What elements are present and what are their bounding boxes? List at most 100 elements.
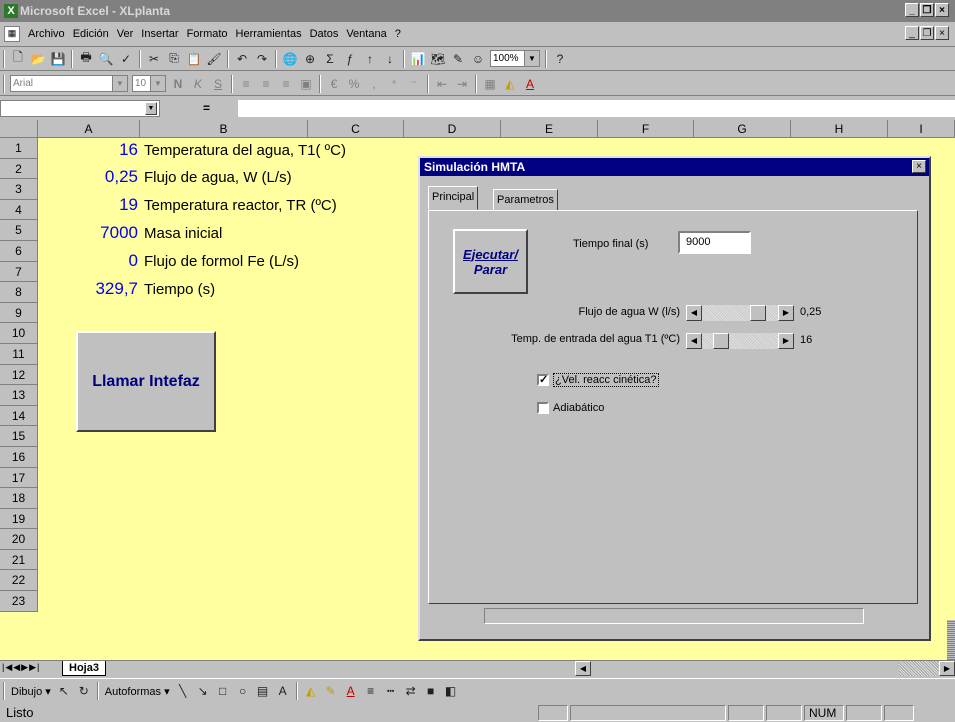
hyperlink-icon[interactable]: 🌐	[281, 50, 299, 68]
row-header[interactable]: 3	[0, 179, 38, 200]
cell-label[interactable]: Tiempo (s)	[144, 281, 215, 298]
line-color-icon[interactable]: ✎	[322, 682, 340, 700]
print-icon[interactable]: 🖶	[77, 50, 95, 68]
decrease-decimal-icon[interactable]: ⁻	[405, 75, 423, 93]
adiabatic-checkbox[interactable]: Adiabático	[537, 402, 604, 414]
copy-icon[interactable]: ⎘	[165, 50, 183, 68]
row-header[interactable]: 13	[0, 385, 38, 406]
map-icon[interactable]: 🗺	[429, 50, 447, 68]
column-header-g[interactable]: G	[694, 120, 791, 138]
merge-center-icon[interactable]: ▣	[297, 75, 315, 93]
line-style-icon[interactable]: ≡	[362, 682, 380, 700]
chevron-down-icon[interactable]: ▼	[145, 102, 157, 115]
free-rotate-icon[interactable]: ↻	[75, 682, 93, 700]
paste-icon[interactable]: 📋	[185, 50, 203, 68]
shadow-icon[interactable]: ■	[422, 682, 440, 700]
web-toolbar-icon[interactable]: ⊕	[301, 50, 319, 68]
inlet-temp-slider-thumb[interactable]	[713, 333, 729, 349]
flow-slider[interactable]: ◀ ▶	[686, 305, 794, 321]
column-header-e[interactable]: E	[501, 120, 598, 138]
row-header[interactable]: 22	[0, 570, 38, 592]
open-icon[interactable]: 📂	[29, 50, 47, 68]
indent-icon[interactable]: ⇥	[453, 75, 471, 93]
row-header[interactable]: 10	[0, 323, 38, 344]
new-icon[interactable]: 🗋	[9, 50, 27, 68]
column-header-a[interactable]: A	[38, 120, 140, 138]
menu-ver[interactable]: Ver	[113, 28, 138, 40]
drawing-icon[interactable]: ✎	[449, 50, 467, 68]
minimize-icon[interactable]: _	[905, 3, 919, 17]
row-header[interactable]: 14	[0, 405, 38, 427]
menu-insertar[interactable]: Insertar	[137, 28, 182, 40]
arrow-icon[interactable]: ↘	[194, 682, 212, 700]
rectangle-icon[interactable]: □	[214, 682, 232, 700]
inlet-temp-slider-track[interactable]	[702, 333, 778, 349]
menu-herramientas[interactable]: Herramientas	[232, 28, 306, 40]
menu-archivo[interactable]: Archivo	[24, 28, 69, 40]
row-header[interactable]: 16	[0, 446, 38, 468]
spelling-icon[interactable]: ✓	[117, 50, 135, 68]
row-header[interactable]: 15	[0, 426, 38, 447]
chart-wizard-icon[interactable]: 📊	[409, 50, 427, 68]
bold-icon[interactable]: N	[169, 75, 187, 93]
3d-icon[interactable]: ◧	[442, 682, 460, 700]
run-stop-button[interactable]: Ejecutar/ Parar	[453, 229, 528, 294]
line-icon[interactable]: ╲	[174, 682, 192, 700]
row-header[interactable]: 23	[0, 591, 38, 612]
cell-value[interactable]: 7000	[38, 223, 138, 243]
dash-style-icon[interactable]: ┅	[382, 682, 400, 700]
minimize-icon[interactable]: _	[905, 26, 919, 40]
print-preview-icon[interactable]: 🔍	[97, 50, 115, 68]
row-header[interactable]: 20	[0, 529, 38, 550]
flow-slider-track[interactable]	[702, 305, 778, 321]
zoom-select[interactable]: 100% ▼	[490, 50, 540, 67]
cell-label[interactable]: Masa inicial	[144, 225, 222, 242]
close-icon[interactable]: ×	[912, 160, 926, 173]
italic-icon[interactable]: K	[189, 75, 207, 93]
select-objects-icon[interactable]: ↖	[55, 682, 73, 700]
font-color-icon[interactable]: A	[521, 75, 539, 93]
checkbox-box[interactable]	[537, 402, 549, 414]
autosum-icon[interactable]: Σ	[321, 50, 339, 68]
cell-value[interactable]: 0	[38, 251, 138, 271]
column-header-c[interactable]: C	[308, 120, 404, 138]
underline-icon[interactable]: S	[209, 75, 227, 93]
final-time-input[interactable]: 9000	[678, 231, 751, 254]
menu-edicion[interactable]: Edición	[69, 28, 113, 40]
row-header[interactable]: 12	[0, 364, 38, 386]
row-header[interactable]: 2	[0, 158, 38, 180]
row-header[interactable]: 18	[0, 488, 38, 509]
row-header[interactable]: 8	[0, 282, 38, 303]
menu-ventana[interactable]: Ventana	[342, 28, 390, 40]
wordart-icon[interactable]: A	[274, 682, 292, 700]
horizontal-scrollbar[interactable]: ◀ ▶	[575, 661, 955, 676]
dibujo-menu[interactable]: Dibujo ▾	[8, 685, 54, 698]
select-all-corner[interactable]	[0, 120, 38, 138]
inlet-temp-slider[interactable]: ◀ ▶	[686, 333, 794, 349]
row-header[interactable]: 17	[0, 467, 38, 489]
autoformas-menu[interactable]: Autoformas ▾	[102, 685, 173, 698]
scroll-left-icon[interactable]: ◀	[686, 305, 702, 321]
cell-label[interactable]: Flujo de agua, W (L/s)	[144, 169, 292, 186]
row-header[interactable]: 4	[0, 199, 38, 221]
formula-equals[interactable]: =	[203, 101, 210, 115]
scroll-left-icon[interactable]: ◀	[575, 661, 591, 676]
llamar-interfaz-button[interactable]: Llamar Intefaz	[76, 331, 216, 432]
column-header-h[interactable]: H	[791, 120, 888, 138]
fill-color-icon[interactable]: ◭	[302, 682, 320, 700]
scroll-right-icon[interactable]: ▶	[778, 333, 794, 349]
cell-value[interactable]: 16	[38, 140, 138, 160]
sheet-nav-arrows-icon[interactable]: |◀◀▶▶|	[2, 662, 40, 673]
tab-parametros[interactable]: Parametros	[493, 189, 558, 211]
sort-asc-icon[interactable]: ↑	[361, 50, 379, 68]
row-header[interactable]: 9	[0, 302, 38, 324]
checkbox-box[interactable]: ✓	[537, 374, 549, 386]
excel-icon[interactable]: X	[4, 4, 18, 18]
align-left-icon[interactable]: ≡	[237, 75, 255, 93]
cell-value[interactable]: 0,25	[38, 167, 138, 187]
menu-datos[interactable]: Datos	[306, 28, 343, 40]
column-header-d[interactable]: D	[404, 120, 501, 138]
font-color-icon[interactable]: A	[342, 682, 360, 700]
name-box[interactable]: ▼	[0, 100, 160, 117]
arrow-style-icon[interactable]: ⇄	[402, 682, 420, 700]
